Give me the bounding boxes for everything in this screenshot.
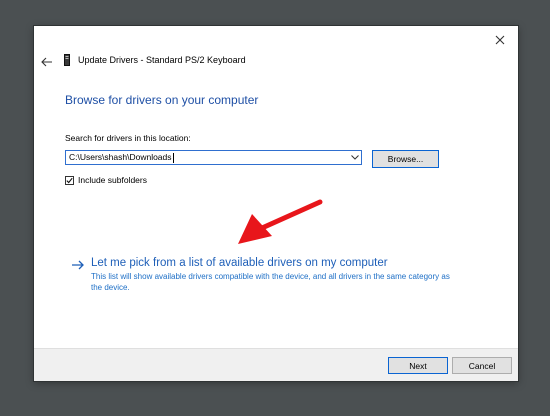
keyboard-device-icon	[64, 54, 70, 66]
pick-link-description: This list will show available drivers co…	[91, 272, 450, 292]
back-arrow-icon	[41, 57, 52, 67]
right-arrow-icon	[72, 260, 84, 270]
red-annotation-arrow	[238, 199, 323, 244]
cancel-button[interactable]: Cancel	[452, 357, 512, 374]
driver-path-input[interactable]: C:\Users\shash\Downloads	[66, 152, 349, 163]
include-subfolders-checkbox[interactable]	[65, 175, 74, 185]
close-button[interactable]	[490, 30, 510, 50]
dialog-footer: Next Cancel	[34, 348, 518, 381]
include-subfolders-label: Include subfolders	[78, 175, 147, 185]
pick-link-title[interactable]: Let me pick from a list of available dri…	[91, 257, 451, 269]
dialog-title: Update Drivers - Standard PS/2 Keyboard	[78, 55, 246, 65]
pick-from-list-link[interactable]: Let me pick from a list of available dri…	[71, 257, 491, 293]
page-heading: Browse for drivers on your computer	[65, 93, 259, 107]
dialog-title-row: Update Drivers - Standard PS/2 Keyboard	[64, 54, 246, 66]
update-drivers-dialog: Update Drivers - Standard PS/2 Keyboard …	[34, 26, 518, 381]
pick-link-text: Let me pick from a list of available dri…	[91, 257, 451, 293]
text-caret	[172, 152, 174, 163]
include-subfolders-option[interactable]: Include subfolders	[65, 175, 147, 185]
browse-button[interactable]: Browse...	[372, 150, 439, 168]
search-location-label: Search for drivers in this location:	[65, 133, 191, 143]
path-dropdown-button[interactable]	[349, 151, 361, 164]
chevron-down-icon	[351, 155, 359, 160]
next-button[interactable]: Next	[388, 357, 448, 374]
back-button[interactable]	[39, 54, 55, 70]
driver-path-combobox[interactable]: C:\Users\shash\Downloads	[65, 150, 362, 165]
close-icon	[495, 35, 505, 45]
checkmark-icon	[66, 177, 73, 183]
driver-path-value: C:\Users\shash\Downloads	[69, 152, 172, 163]
